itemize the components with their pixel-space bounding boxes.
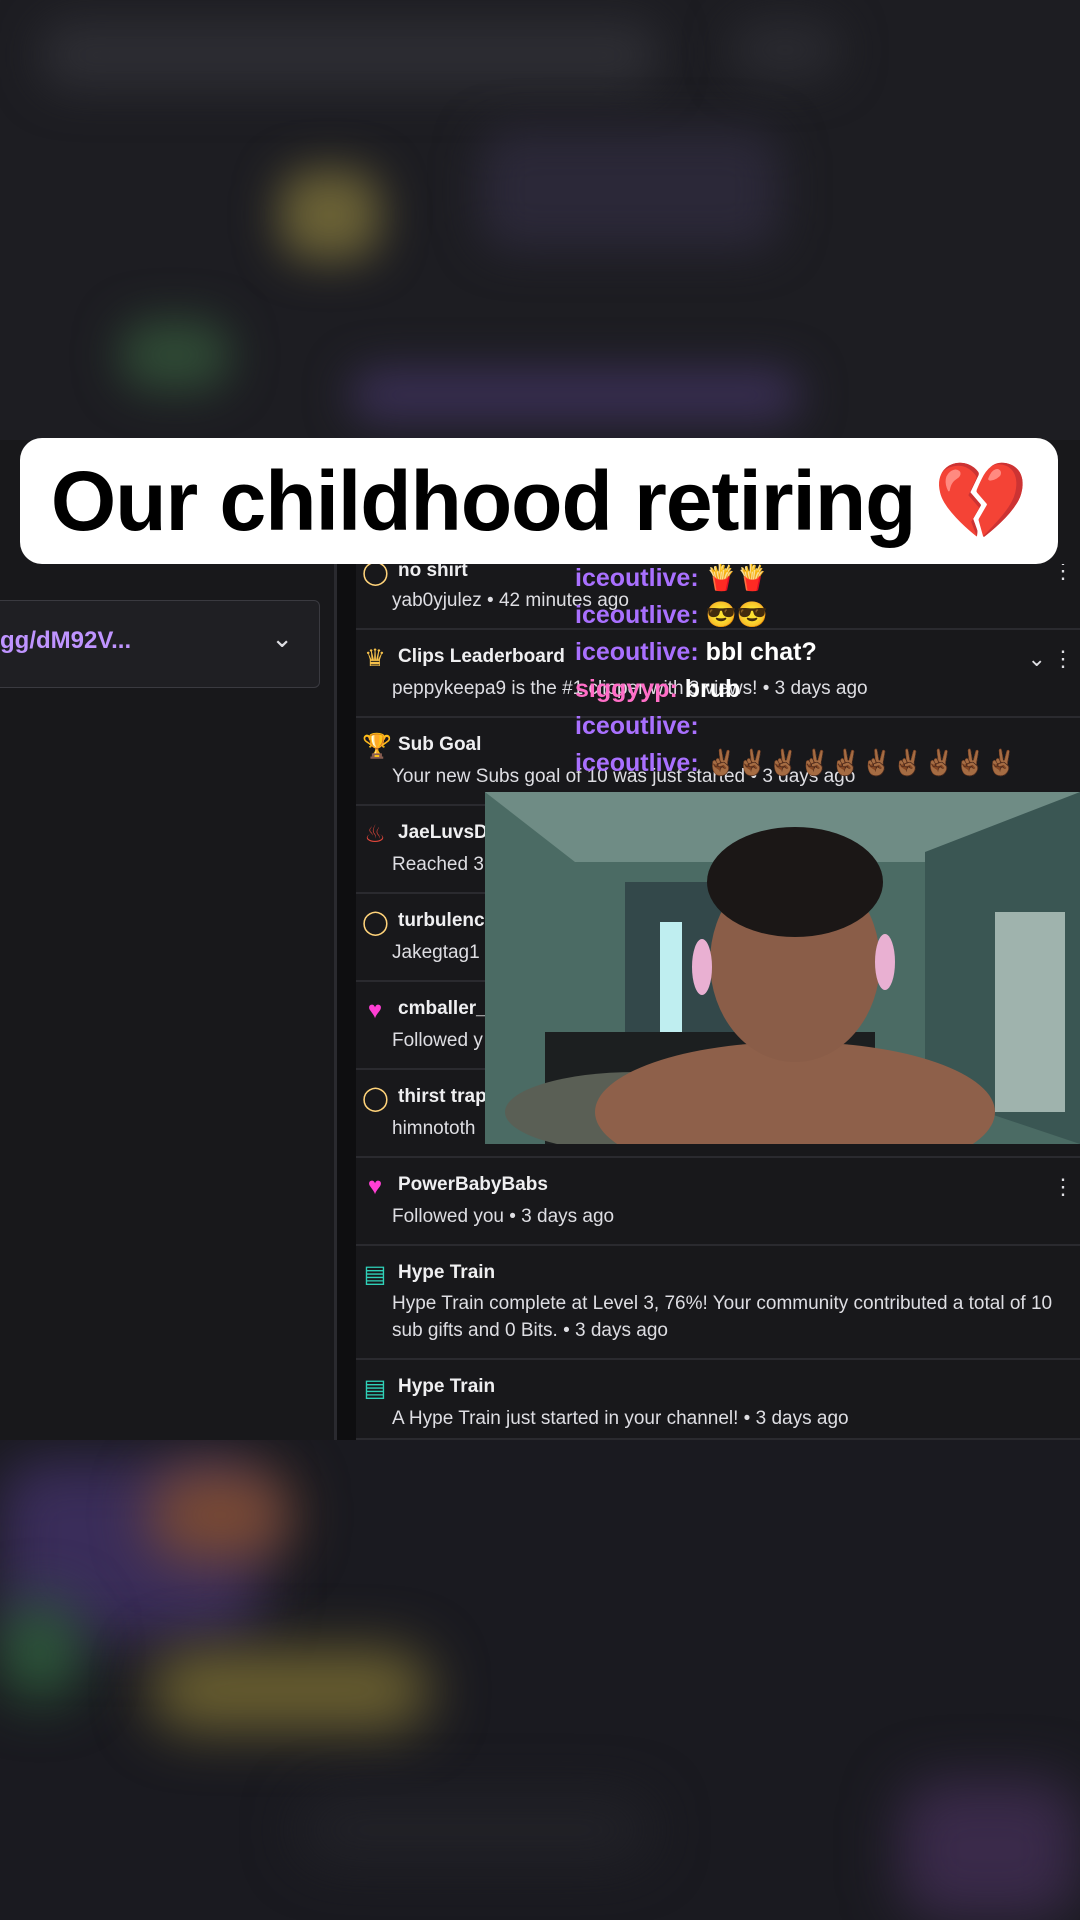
link-dropdown[interactable]: gg/dM92V... ⌄: [0, 600, 320, 688]
feed-item-title: Clips Leaderboard: [398, 646, 565, 667]
feed-item[interactable]: ▤ Hype Train Hype Train complete at Leve…: [356, 1246, 1080, 1360]
circle-icon: ◯: [362, 1085, 389, 1112]
feed-item-title: JaeLuvsD: [398, 822, 488, 843]
blurred-background-top: [0, 0, 1080, 440]
chat-overlay: iceoutlive: 🍟🍟 iceoutlive: 😎😎 iceoutlive…: [575, 560, 1045, 782]
left-panel: gg/dM92V... ⌄: [0, 564, 337, 1440]
more-icon[interactable]: ⋮: [1052, 1174, 1074, 1200]
more-icon[interactable]: ⋮: [1052, 564, 1074, 584]
chat-username: iceoutlive:: [575, 712, 699, 740]
feed-item-title: no shirt: [398, 564, 468, 581]
feed-item-desc: Reached 3: [392, 854, 484, 875]
chat-message: iceoutlive:: [575, 708, 1045, 745]
feed-item-desc: himnototh: [392, 1118, 476, 1139]
chat-username: siggyyp:: [575, 675, 678, 703]
feed-item-title: Hype Train: [398, 1262, 496, 1283]
webcam-frame: [485, 792, 1080, 1144]
chat-text: 🍟🍟: [705, 564, 768, 592]
video-caption: Our childhood retiring 💔: [20, 438, 1058, 564]
caption-text: Our childhood retiring: [50, 453, 917, 548]
flame-icon: ♨: [364, 821, 386, 848]
feed-item-title: Sub Goal: [398, 734, 482, 755]
broken-heart-icon: 💔: [933, 459, 1029, 544]
feed-item-desc: A Hype Train just started in your channe…: [392, 1408, 849, 1429]
chevron-down-icon[interactable]: ⌄: [271, 623, 293, 654]
chat-text: 😎😎: [705, 601, 768, 629]
feed-item-title: turbulenc: [398, 910, 485, 931]
link-text: gg/dM92V...: [0, 627, 132, 654]
feed-item[interactable]: ▤ Hype Train A Hype Train just started i…: [356, 1360, 1080, 1440]
circle-icon: ◯: [362, 564, 389, 586]
chat-username: iceoutlive:: [575, 638, 699, 666]
chat-username: iceoutlive:: [575, 564, 699, 592]
chat-username: iceoutlive:: [575, 749, 699, 777]
heart-icon: ♥: [367, 1173, 383, 1200]
feed-item-desc: Jakegtag1: [392, 942, 480, 963]
heart-icon: ♥: [367, 997, 383, 1024]
crown-icon: ♛: [364, 645, 386, 672]
feed-item-title: Hype Train: [398, 1376, 496, 1397]
chat-username: iceoutlive:: [575, 601, 699, 629]
chat-text: ✌🏾✌🏾✌🏾✌🏾✌🏾✌🏾✌🏾✌🏾✌🏾✌🏾: [705, 749, 1017, 777]
webcam-video: [485, 792, 1080, 1144]
feed-item-title: PowerBabyBabs: [398, 1174, 548, 1195]
chat-message: siggyyp: brub: [575, 671, 1045, 708]
train-icon: ▤: [363, 1261, 387, 1288]
feed-item-desc: Hype Train complete at Level 3, 76%! You…: [392, 1293, 1053, 1341]
chat-text: bbl chat?: [705, 638, 817, 666]
circle-icon: ◯: [362, 909, 389, 936]
train-icon: ▤: [363, 1375, 387, 1402]
feed-item-title: thirst trap: [398, 1086, 487, 1107]
chat-message: iceoutlive: 😎😎: [575, 597, 1045, 634]
chat-text: brub: [684, 675, 741, 703]
feed-item-desc: Followed you • 3 days ago: [392, 1206, 615, 1227]
chat-message: iceoutlive: ✌🏾✌🏾✌🏾✌🏾✌🏾✌🏾✌🏾✌🏾✌🏾✌🏾: [575, 745, 1045, 782]
feed-item[interactable]: ♥ PowerBabyBabs Followed you • 3 days ag…: [356, 1158, 1080, 1246]
chat-message: iceoutlive: 🍟🍟: [575, 560, 1045, 597]
feed-item-title: cmballer_: [398, 998, 487, 1019]
trophy-icon: 🏆: [362, 733, 392, 760]
blurred-background-bottom: [0, 1440, 1080, 1920]
chat-message: iceoutlive: bbl chat?: [575, 634, 1045, 671]
feed-item-desc: Followed y: [392, 1030, 483, 1051]
